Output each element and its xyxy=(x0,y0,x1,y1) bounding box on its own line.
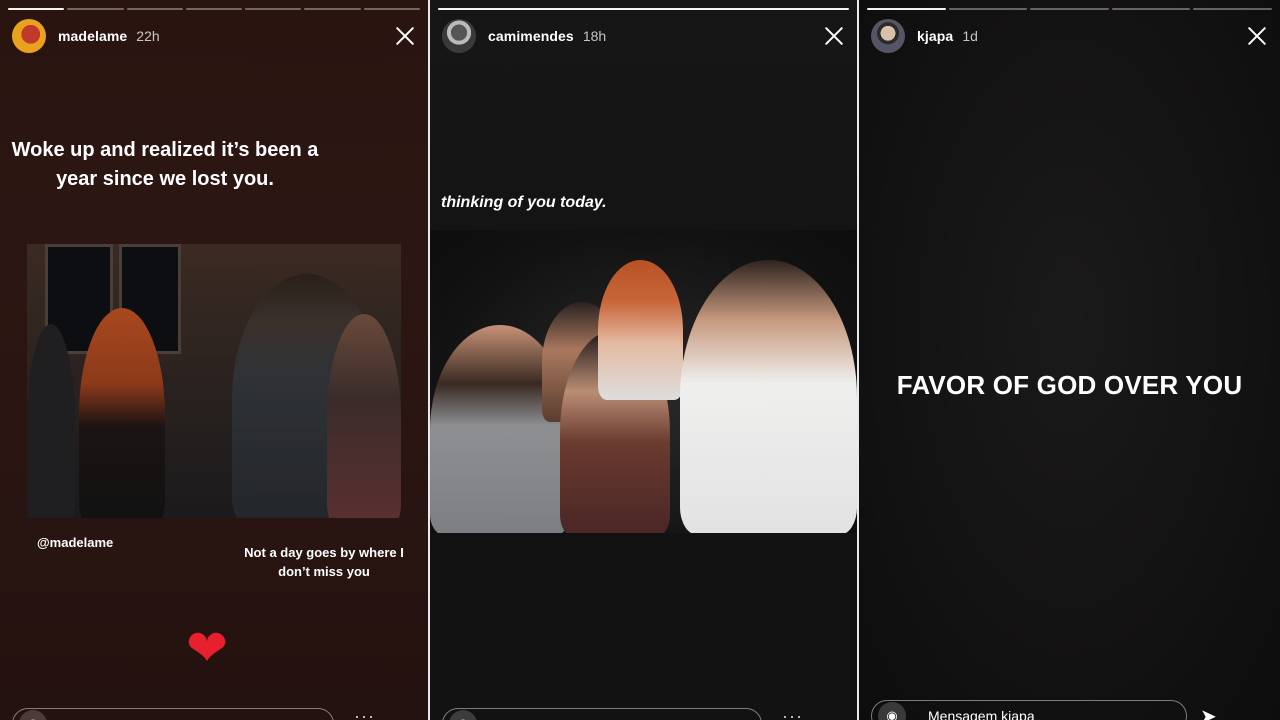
close-icon[interactable] xyxy=(823,25,845,47)
more-options-icon[interactable]: ··· xyxy=(782,706,803,720)
camera-icon[interactable]: ◉ xyxy=(878,702,906,720)
progress-segment xyxy=(185,8,243,10)
photo-figure xyxy=(327,314,401,518)
story-note: Not a day goes by where I don’t miss you xyxy=(244,545,404,579)
close-icon[interactable] xyxy=(1246,25,1268,47)
story-caption: thinking of you today. xyxy=(441,194,607,211)
story-header: camimendes 18h xyxy=(442,18,845,54)
story-progress-bar xyxy=(8,8,420,10)
close-icon[interactable] xyxy=(394,25,416,47)
story-panel-camimendes[interactable]: camimendes 18h thinking of you today. ◉ … xyxy=(430,0,857,720)
progress-segment xyxy=(1193,8,1272,10)
story-photo xyxy=(430,230,857,533)
progress-segment xyxy=(67,8,124,10)
story-progress-bar xyxy=(867,8,1272,10)
heart-sticker: ❤ xyxy=(186,620,228,676)
avatar[interactable] xyxy=(442,19,476,53)
username[interactable]: kjapa xyxy=(917,28,953,44)
avatar[interactable] xyxy=(871,19,905,53)
post-time: 22h xyxy=(136,28,160,44)
story-caption: Woke up and realized it’s been a year si… xyxy=(11,139,319,190)
reply-input[interactable]: ◉ Mensagem kjapa xyxy=(871,700,1187,720)
story-header: kjapa 1d xyxy=(871,18,1268,54)
username[interactable]: camimendes xyxy=(488,28,574,44)
story-photo xyxy=(27,244,401,518)
progress-segment xyxy=(438,8,849,10)
reply-placeholder: Mensagem kjapa xyxy=(928,708,1035,720)
mention-tag[interactable]: @madelame xyxy=(37,535,113,550)
send-icon[interactable]: ➤ xyxy=(1200,707,1224,720)
progress-segment xyxy=(1030,8,1109,10)
story-header: madelame 22h xyxy=(12,18,416,54)
photo-figure xyxy=(79,308,165,518)
camera-icon[interactable]: ◉ xyxy=(449,710,477,720)
story-progress-bar xyxy=(438,8,849,10)
username[interactable]: madelame xyxy=(58,28,127,44)
progress-segment xyxy=(245,8,302,10)
story-panel-madelame[interactable]: madelame 22h Woke up and realized it’s b… xyxy=(0,0,428,720)
more-options-icon[interactable]: ··· xyxy=(354,706,375,720)
photo-figure xyxy=(27,324,75,518)
progress-segment xyxy=(1111,8,1191,10)
story-caption: FAVOR OF GOD OVER YOU xyxy=(896,370,1243,400)
progress-segment xyxy=(304,8,361,10)
post-time: 1d xyxy=(962,28,978,44)
post-time: 18h xyxy=(582,28,607,44)
progress-segment xyxy=(867,8,946,10)
photo-figure xyxy=(598,260,683,400)
reply-input[interactable]: ◉ xyxy=(12,708,334,720)
progress-segment xyxy=(126,8,183,10)
reply-input[interactable]: ◉ xyxy=(442,708,762,720)
photo-figure xyxy=(680,260,857,533)
avatar[interactable] xyxy=(12,19,46,53)
story-panel-kjapa[interactable]: kjapa 1d FAVOR OF GOD OVER YOU ◉ Mensage… xyxy=(859,0,1280,720)
camera-icon[interactable]: ◉ xyxy=(19,710,47,720)
progress-segment xyxy=(363,8,420,10)
progress-segment xyxy=(8,8,65,10)
progress-segment xyxy=(948,8,1028,10)
